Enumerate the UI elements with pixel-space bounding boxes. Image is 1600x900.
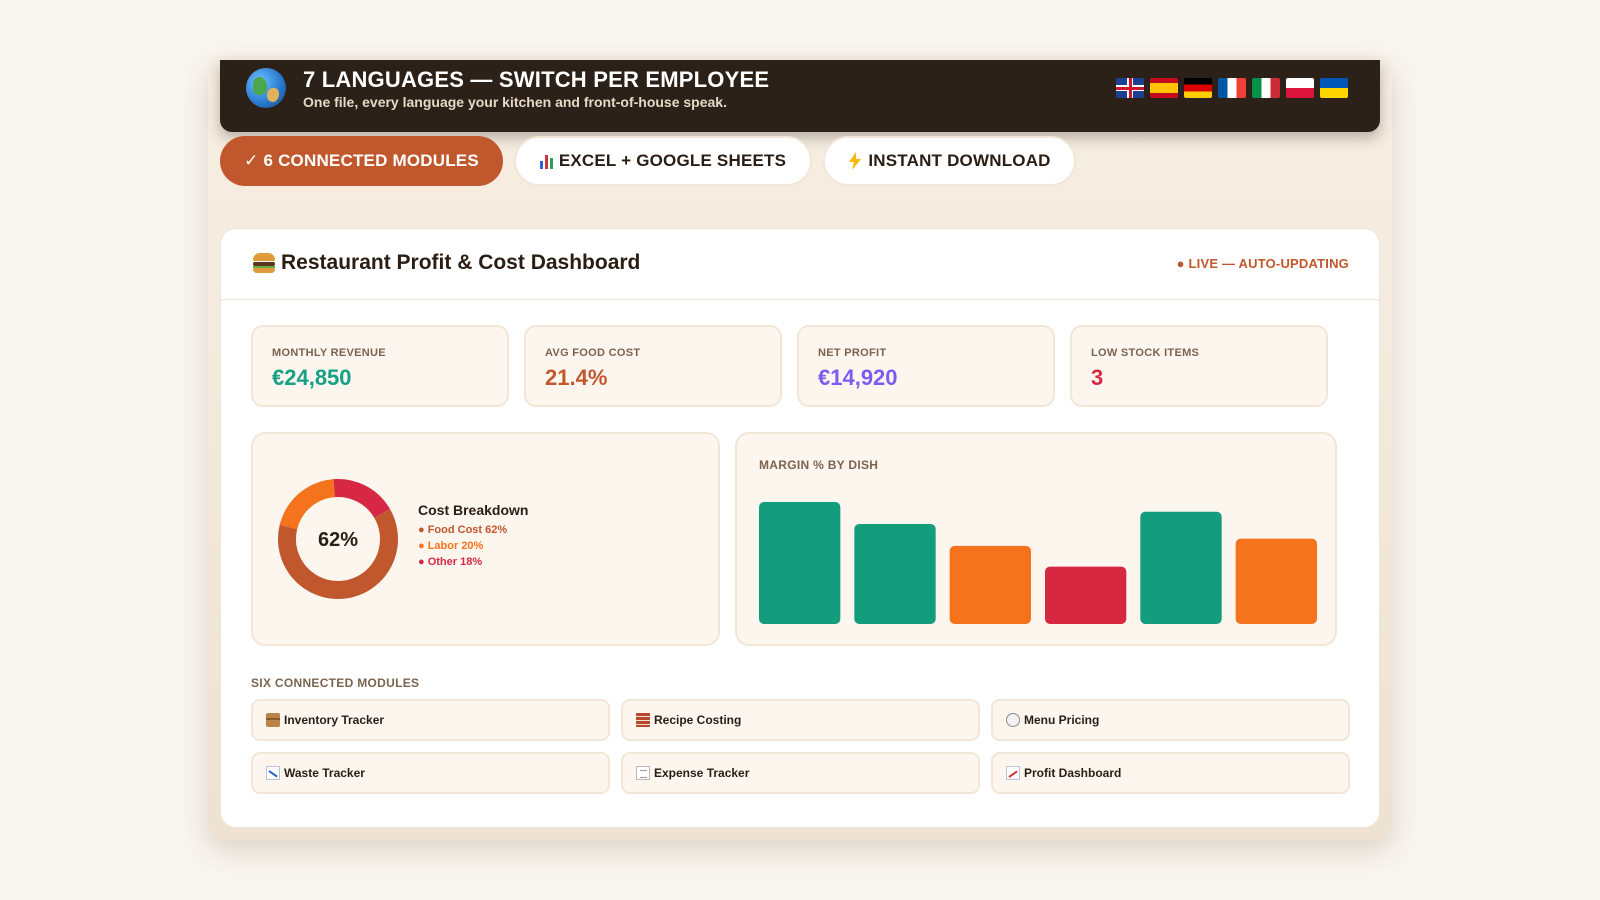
cost-breakdown-donut: 62% [278,479,398,599]
it-flag-icon[interactable] [1252,78,1280,98]
module-inventory-tracker[interactable]: Inventory Tracker [251,699,610,741]
module-label: Waste Tracker [284,766,365,780]
bar-0 [759,502,841,624]
es-flag-icon[interactable] [1150,78,1178,98]
lightning-icon [848,152,862,170]
brick-icon [636,713,650,727]
package-icon [266,713,280,727]
kpi-avg-food-cost: AVG FOOD COST 21.4% [524,325,782,407]
cost-breakdown-legend: Cost Breakdown ● Food Cost 62% ● Labor 2… [418,502,528,572]
kpi-net-profit: NET PROFIT €14,920 [797,325,1055,407]
kpi-label: AVG FOOD COST [545,347,641,359]
plate-icon [1006,713,1020,727]
kpi-label: MONTHLY REVENUE [272,347,386,359]
live-status-badge: ● LIVE — AUTO-UPDATING [1176,256,1349,271]
legend-item-food-cost: ● Food Cost 62% [418,524,508,536]
module-waste-tracker[interactable]: Waste Tracker [251,752,610,794]
legend-item-other: ● Other 18% [418,556,483,568]
modules-section-title: SIX CONNECTED MODULES [251,676,420,690]
dashboard-title-text: Restaurant Profit & Cost Dashboard [281,251,641,274]
module-recipe-costing[interactable]: Recipe Costing [621,699,980,741]
ua-flag-icon[interactable] [1320,78,1348,98]
bar-3 [1045,566,1127,624]
bar-4 [1140,511,1222,624]
de-flag-icon[interactable] [1184,78,1212,98]
module-label: Inventory Tracker [284,713,385,727]
instant-download-pill[interactable]: INSTANT DOWNLOAD [823,136,1076,186]
globe-icon [246,68,286,108]
banner-title: 7 LANGUAGES — SWITCH PER EMPLOYEE [303,67,770,92]
kpi-value: €14,920 [818,365,898,390]
connected-modules-pill[interactable]: ✓ 6 CONNECTED MODULES [220,136,503,186]
fr-flag-icon[interactable] [1218,78,1246,98]
kpi-label: LOW STOCK ITEMS [1091,347,1200,359]
module-expense-tracker[interactable]: Expense Tracker [621,752,980,794]
kpi-value: 21.4% [545,365,608,390]
receipt-icon [636,766,650,780]
kpi-label: NET PROFIT [818,347,887,359]
module-label: Expense Tracker [654,766,750,780]
language-banner: 7 LANGUAGES — SWITCH PER EMPLOYEE One fi… [220,60,1380,132]
kpi-low-stock-items: LOW STOCK ITEMS 3 [1070,325,1328,407]
module-menu-pricing[interactable]: Menu Pricing [991,699,1350,741]
module-profit-dashboard[interactable]: Profit Dashboard [991,752,1350,794]
excel-google-sheets-label: EXCEL + GOOGLE SHEETS [558,151,787,170]
pl-flag-icon[interactable] [1286,78,1314,98]
dashboard-title: Restaurant Profit & Cost Dashboard [253,251,640,275]
dashboard-header: Restaurant Profit & Cost Dashboard ● LIV… [221,229,1379,300]
bar-1 [854,523,936,624]
margin-bar-chart [759,502,1317,624]
legend-item-labor: ● Labor 20% [418,540,484,552]
margin-chart-panel: MARGIN % BY DISH [735,432,1337,646]
dashboard-card: Restaurant Profit & Cost Dashboard ● LIV… [220,228,1380,828]
module-label: Recipe Costing [654,713,742,727]
chart-title: MARGIN % BY DISH [759,458,879,472]
kpi-value: €24,850 [272,365,352,390]
instant-download-label: INSTANT DOWNLOAD [868,151,1051,170]
chart-down-icon [266,766,280,780]
excel-google-sheets-pill[interactable]: EXCEL + GOOGLE SHEETS [514,136,812,186]
gb-flag-icon[interactable] [1116,78,1144,98]
kpi-value: 3 [1091,365,1104,390]
module-label: Profit Dashboard [1024,766,1122,780]
module-label: Menu Pricing [1024,713,1100,727]
burger-icon [253,253,275,273]
chart-up-icon [1006,766,1020,780]
kpi-monthly-revenue: MONTHLY REVENUE €24,850 [251,325,509,407]
legend-title: Cost Breakdown [418,502,529,518]
connected-modules-label: ✓ 6 CONNECTED MODULES [244,151,479,170]
bar-5 [1235,538,1317,624]
bar-2 [949,545,1031,624]
banner-subtitle: One file, every language your kitchen an… [303,94,727,110]
language-flags [1116,78,1348,98]
bar-chart-icon [539,153,553,169]
cost-breakdown-panel: 62% Cost Breakdown ● Food Cost 62% ● Lab… [251,432,720,646]
donut-center-label: 62% [318,529,358,551]
